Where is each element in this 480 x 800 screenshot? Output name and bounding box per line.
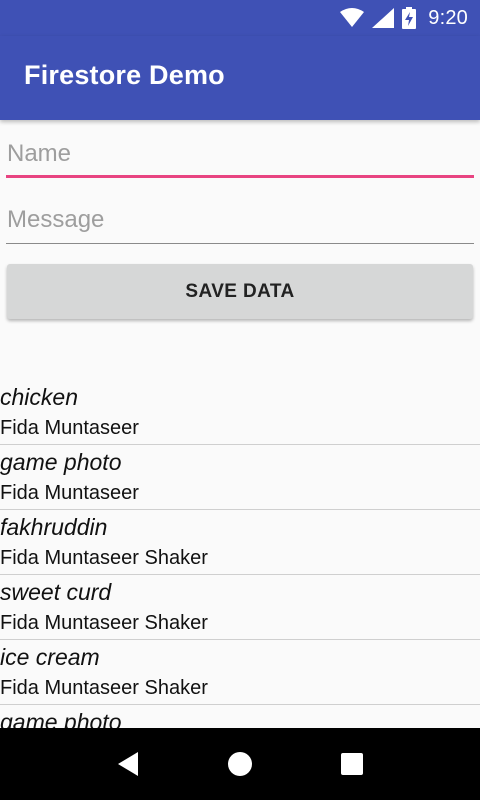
item-author: Fida Muntaseer Shaker [0,677,208,699]
cell-signal-icon [372,8,395,28]
item-title: sweet curd [0,579,112,605]
recents-icon[interactable] [322,734,382,794]
list-item[interactable]: fakhruddin Fida Muntaseer Shaker [0,510,480,575]
item-title: fakhruddin [0,514,108,540]
home-icon[interactable] [210,734,270,794]
status-time: 9:20 [428,6,468,29]
system-nav-bar [0,728,480,800]
item-title: chicken [0,384,78,410]
wifi-icon [340,8,365,28]
item-title: game photo [0,449,122,475]
list-item[interactable]: game photo [0,705,480,728]
back-icon[interactable] [98,734,158,794]
name-input-underline [6,175,474,178]
item-title: game photo [0,709,122,728]
messages-list[interactable]: chicken Fida Muntaseer game photo Fida M… [0,380,480,728]
message-input-underline [6,243,474,244]
name-input[interactable] [6,134,474,174]
item-author: Fida Muntaseer [0,482,139,504]
message-field-container [6,200,474,244]
status-icons: 9:20 [340,0,468,36]
save-data-button[interactable]: SAVE DATA [7,264,473,319]
app-title: Firestore Demo [24,60,225,90]
list-item[interactable]: chicken Fida Muntaseer [0,380,480,445]
list-item[interactable]: sweet curd Fida Muntaseer Shaker [0,575,480,640]
item-author: Fida Muntaseer Shaker [0,612,208,634]
status-bar: 9:20 [0,0,480,36]
list-item[interactable]: game photo Fida Muntaseer [0,445,480,510]
list-item[interactable]: ice cream Fida Muntaseer Shaker [0,640,480,705]
message-input[interactable] [6,200,474,240]
battery-charging-icon [402,7,417,29]
app-bar: Firestore Demo [0,36,480,120]
name-field-container [6,134,474,178]
item-title: ice cream [0,644,100,670]
item-author: Fida Muntaseer Shaker [0,547,208,569]
item-author: Fida Muntaseer [0,417,139,439]
